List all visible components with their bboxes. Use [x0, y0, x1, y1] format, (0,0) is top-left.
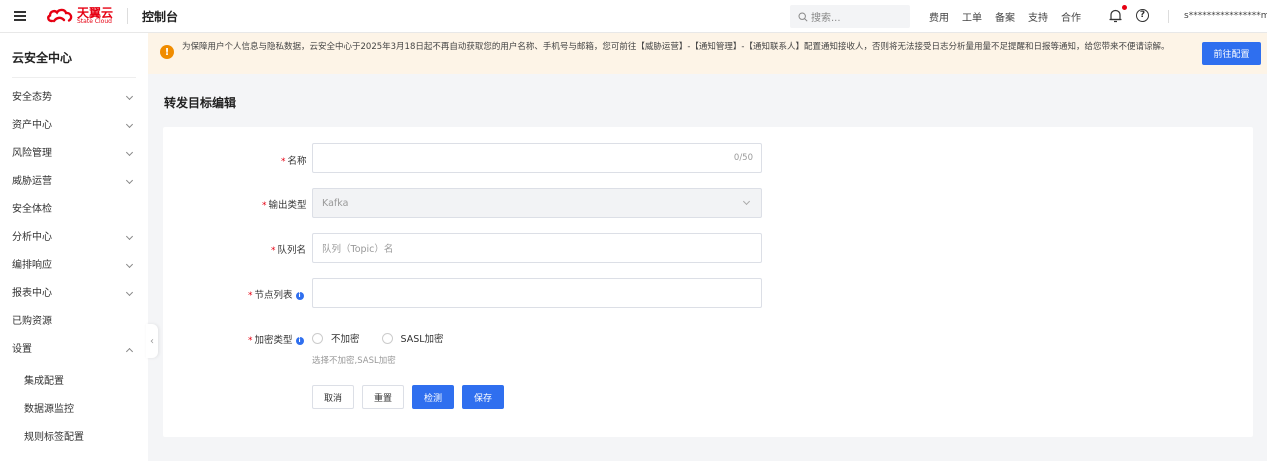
chevron-down-icon — [125, 92, 134, 101]
encrypt-help-text: 选择不加密,SASL加密 — [312, 356, 396, 366]
header-nav: 费用 工单 备案 支持 合作 — [929, 0, 1094, 33]
warning-icon: ! — [160, 45, 174, 59]
sidebar-item-label: 风险管理 — [12, 148, 52, 159]
chevron-down-icon — [125, 148, 134, 157]
radio-label-no-encryption[interactable]: 不加密 — [331, 331, 360, 345]
page-title: 转发目标编辑 — [164, 96, 237, 110]
nav-support[interactable]: 支持 — [1028, 9, 1048, 24]
required-mark: * — [262, 201, 267, 211]
sidebar-item-label: 安全体检 — [12, 204, 52, 215]
logo[interactable]: 天翼云 State Cloud — [46, 7, 113, 25]
sidebar-item-label: 资产中心 — [12, 120, 52, 131]
queue-placeholder: 队列（Topic）名 — [322, 244, 394, 255]
sidebar-item-threat-ops[interactable]: 威胁运营 — [12, 175, 136, 189]
reset-button[interactable]: 重置 — [362, 385, 404, 409]
sidebar-subitem-integration[interactable]: 集成配置 — [24, 372, 64, 387]
sidebar-item-label: 已购资源 — [12, 316, 52, 327]
go-configure-button[interactable]: 前往配置 — [1202, 42, 1261, 65]
radio-sasl[interactable] — [381, 332, 393, 344]
name-char-counter: 0/50 — [733, 153, 753, 163]
queue-input[interactable]: 队列（Topic）名 — [312, 233, 762, 263]
logo-subtext: State Cloud — [77, 18, 112, 25]
sidebar-item-analysis[interactable]: 分析中心 — [12, 231, 136, 245]
chevron-down-icon — [742, 197, 751, 206]
sidebar-item-assets[interactable]: 资产中心 — [12, 119, 136, 133]
cancel-button[interactable]: 取消 — [312, 385, 354, 409]
name-label-text: 名称 — [287, 156, 307, 167]
sidebar-item-security-posture[interactable]: 安全态势 — [12, 91, 136, 105]
nodes-input[interactable] — [312, 278, 762, 308]
chevron-down-icon — [125, 260, 134, 269]
radio-label-sasl[interactable]: SASL加密 — [401, 331, 444, 345]
required-mark: * — [271, 246, 276, 256]
chevron-down-icon — [125, 232, 134, 241]
sidebar-item-label: 安全态势 — [12, 92, 52, 103]
nav-filing[interactable]: 备案 — [995, 9, 1015, 24]
encrypt-label-text: 加密类型 — [254, 335, 293, 346]
required-mark: * — [248, 336, 253, 346]
chevron-up-icon — [125, 347, 134, 356]
name-input[interactable]: 0/50 — [312, 143, 762, 173]
user-account[interactable]: s****************m — [1184, 11, 1267, 21]
sidebar-item-risk[interactable]: 风险管理 — [12, 147, 136, 161]
sidebar-item-label: 报表中心 — [12, 288, 52, 299]
search-input[interactable]: 搜索... — [790, 5, 910, 28]
search-icon — [798, 11, 808, 22]
chevron-down-icon — [125, 176, 134, 185]
required-mark: * — [281, 157, 286, 167]
console-link[interactable]: 控制台 — [142, 8, 178, 25]
sidebar: 云安全中心 安全态势 资产中心 风险管理 威胁运营 安全体检 分析中心 编排响应… — [0, 33, 148, 461]
sidebar-item-label: 威胁运营 — [12, 176, 52, 187]
output-type-select: Kafka — [312, 188, 762, 218]
encrypt-label: * 加密类型 i — [248, 332, 304, 346]
bell-icon[interactable] — [1109, 9, 1122, 23]
check-button[interactable]: 检测 — [412, 385, 454, 409]
sidebar-item-orchestration[interactable]: 编排响应 — [12, 259, 136, 273]
sidebar-title: 云安全中心 — [12, 51, 73, 65]
sidebar-item-label: 编排响应 — [12, 260, 52, 271]
sidebar-item-label: 分析中心 — [12, 232, 52, 243]
nav-partner[interactable]: 合作 — [1061, 9, 1081, 24]
nodes-label: * 节点列表 i — [248, 287, 304, 301]
header-divider-right — [1168, 10, 1169, 23]
queue-label: * 队列名 — [271, 242, 306, 256]
queue-label-text: 队列名 — [277, 245, 307, 256]
encrypt-radio-group: 不加密 SASL加密 — [312, 331, 466, 345]
cloud-logo-icon — [47, 8, 73, 23]
nav-fee[interactable]: 费用 — [929, 9, 949, 24]
output-type-value: Kafka — [322, 197, 349, 209]
sidebar-item-label: 设置 — [12, 344, 32, 355]
sidebar-divider — [12, 77, 136, 78]
nav-ticket[interactable]: 工单 — [962, 9, 982, 24]
save-button[interactable]: 保存 — [462, 385, 504, 409]
name-label: * 名称 — [281, 153, 307, 167]
notice-banner: ! 为保障用户个人信息与隐私数据，云安全中心于2025年3月18日起不再自动获取… — [148, 33, 1267, 74]
help-icon[interactable]: ? — [1136, 9, 1149, 22]
sidebar-collapse-handle[interactable]: ‹ — [146, 324, 158, 358]
form-card: * 名称 0/50 * 输出类型 Kafka * 队列名 队列（Topic）名 * 节点… — [163, 127, 1253, 437]
chevron-down-icon — [125, 120, 134, 129]
info-icon[interactable]: i — [295, 291, 304, 300]
header-divider — [127, 8, 129, 24]
search-placeholder: 搜索... — [811, 13, 841, 24]
sidebar-item-settings[interactable]: 设置 — [12, 343, 136, 357]
sidebar-subitem-datasource-monitor[interactable]: 数据源监控 — [24, 400, 74, 415]
chevron-down-icon — [125, 288, 134, 297]
notification-dot — [1122, 5, 1127, 10]
notice-text: 为保障用户个人信息与隐私数据，云安全中心于2025年3月18日起不再自动获取您的… — [182, 42, 1170, 52]
sidebar-item-purchased[interactable]: 已购资源 — [12, 315, 136, 329]
output-type-label: * 输出类型 — [262, 197, 307, 211]
radio-no-encryption[interactable] — [312, 332, 323, 344]
output-type-label-text: 输出类型 — [268, 200, 307, 211]
sidebar-subitem-rule-tags[interactable]: 规则标签配置 — [24, 428, 84, 443]
required-mark: * — [248, 291, 253, 301]
menu-icon[interactable] — [14, 11, 26, 21]
sidebar-item-health-check[interactable]: 安全体检 — [12, 203, 136, 217]
info-icon[interactable]: i — [295, 336, 304, 345]
nodes-label-text: 节点列表 — [254, 290, 293, 301]
sidebar-item-reports[interactable]: 报表中心 — [12, 287, 136, 301]
